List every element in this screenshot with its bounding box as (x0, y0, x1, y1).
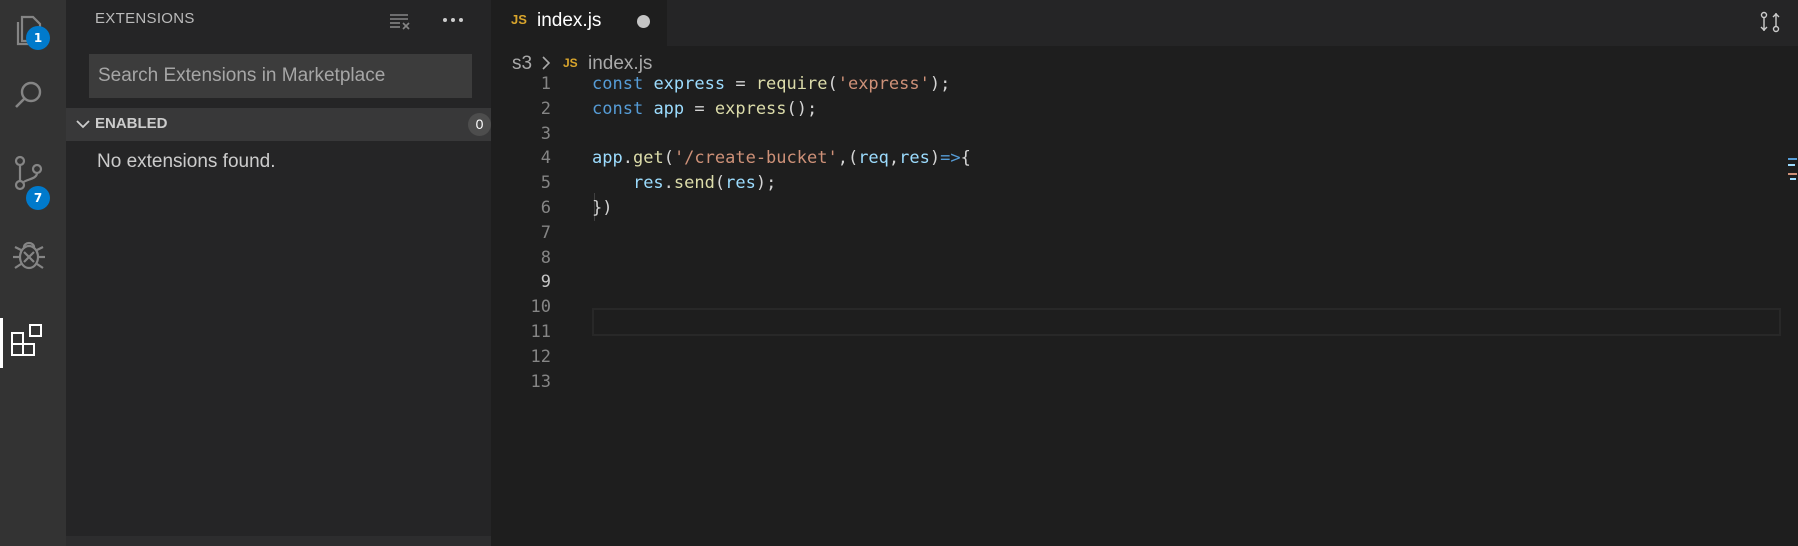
code-line[interactable]: res.send(res); (592, 169, 776, 197)
code-token: require (755, 74, 828, 94)
code-token: const (592, 74, 644, 94)
code-token: res (632, 173, 664, 194)
enabled-section-header[interactable]: ENABLED 0 (66, 108, 491, 141)
debug-button[interactable] (0, 226, 66, 292)
line-number: 13 (530, 371, 551, 392)
code-token: app (592, 148, 623, 169)
code-token: }) (592, 198, 613, 218)
code-token: 'express' (837, 74, 930, 94)
line-number: 3 (540, 123, 551, 144)
section-count-badge: 0 (468, 113, 491, 136)
extensions-button[interactable] (0, 310, 66, 376)
chevron-right-icon (542, 56, 551, 70)
current-line-highlight (592, 308, 1781, 336)
code-token: => (940, 148, 961, 169)
code-token: { (960, 148, 971, 169)
javascript-file-icon: JS (511, 12, 527, 27)
extensions-search-box (89, 54, 472, 98)
minimap[interactable] (1786, 156, 1798, 196)
code-token: express (714, 98, 787, 119)
code-line[interactable]: const app = express(); (592, 95, 817, 123)
tab-label: index.js (537, 10, 602, 31)
code-token: '/create-bucket' (673, 148, 838, 169)
explorer-button[interactable]: 1 (0, 0, 66, 66)
more-actions-button[interactable] (439, 6, 467, 34)
code-token: = (684, 98, 715, 119)
extensions-icon (11, 324, 42, 356)
search-icon (15, 81, 42, 108)
line-number: 8 (540, 247, 551, 268)
line-number: 11 (530, 322, 551, 342)
debug-icon (13, 241, 45, 270)
code-token: ); (755, 173, 777, 194)
search-button[interactable] (0, 66, 66, 132)
code-token: app (653, 98, 685, 119)
code-token: . (663, 173, 674, 194)
code-token: send (673, 173, 715, 194)
code-token: . (622, 148, 633, 169)
sidebar-title: EXTENSIONS (95, 10, 195, 27)
line-number: 9 (540, 272, 551, 293)
line-number: 2 (540, 98, 551, 119)
code-token: ); (929, 74, 951, 94)
chevron-down-icon (76, 120, 90, 129)
code-token: res (725, 173, 756, 194)
line-number: 12 (530, 346, 551, 367)
code-token: ,( (837, 148, 859, 169)
section-title: ENABLED (95, 115, 168, 132)
sidebar-scrollbar[interactable] (66, 536, 491, 546)
ellipsis-icon (443, 18, 463, 22)
line-number: 10 (530, 297, 551, 318)
open-changes-button[interactable] (1756, 8, 1784, 36)
code-line[interactable]: const express = require('express'); (592, 70, 950, 98)
editor-tab-bar: JS index.js (491, 0, 1798, 46)
code-token: get (632, 148, 664, 169)
source-control-button[interactable]: 7 (0, 144, 66, 210)
javascript-file-icon: JS (563, 56, 578, 70)
code-token: ) (929, 148, 941, 169)
line-number: 4 (540, 148, 551, 169)
code-token: ( (827, 74, 838, 94)
line-number: 1 (540, 74, 551, 94)
code-token: (); (786, 98, 818, 119)
tab-index-js[interactable]: JS index.js (491, 0, 667, 46)
code-line[interactable]: app.get('/create-bucket',(req,res)=>{ (592, 144, 971, 172)
code-token: express (653, 74, 726, 94)
code-token: req (858, 148, 889, 169)
extensions-search-input[interactable] (90, 55, 471, 97)
code-token: res (899, 148, 930, 169)
explorer-badge: 1 (26, 26, 50, 50)
code-token: ( (714, 173, 726, 194)
unsaved-dot-icon[interactable] (637, 15, 650, 28)
line-number: 6 (540, 198, 551, 218)
line-number: 5 (540, 173, 551, 194)
empty-message: No extensions found. (97, 151, 276, 172)
extensions-sidebar: EXTENSIONS ENABLED 0 No extensions found… (66, 0, 491, 546)
compare-changes-icon (1760, 11, 1780, 33)
code-token: ( (663, 148, 674, 169)
code-line[interactable]: }) (592, 194, 612, 222)
clear-all-icon (390, 14, 410, 30)
source-control-badge: 7 (26, 186, 50, 210)
activity-bar: 1 7 (0, 0, 66, 546)
code-editor[interactable]: 1 2 3 4 5 6 7 8 9 10 11 12 13 const express = requir… (491, 74, 1798, 546)
code-token: , (888, 148, 900, 169)
line-number: 7 (540, 222, 551, 243)
code-token: = (725, 74, 756, 94)
code-token: const (592, 98, 644, 119)
clear-extensions-button[interactable] (386, 6, 414, 34)
